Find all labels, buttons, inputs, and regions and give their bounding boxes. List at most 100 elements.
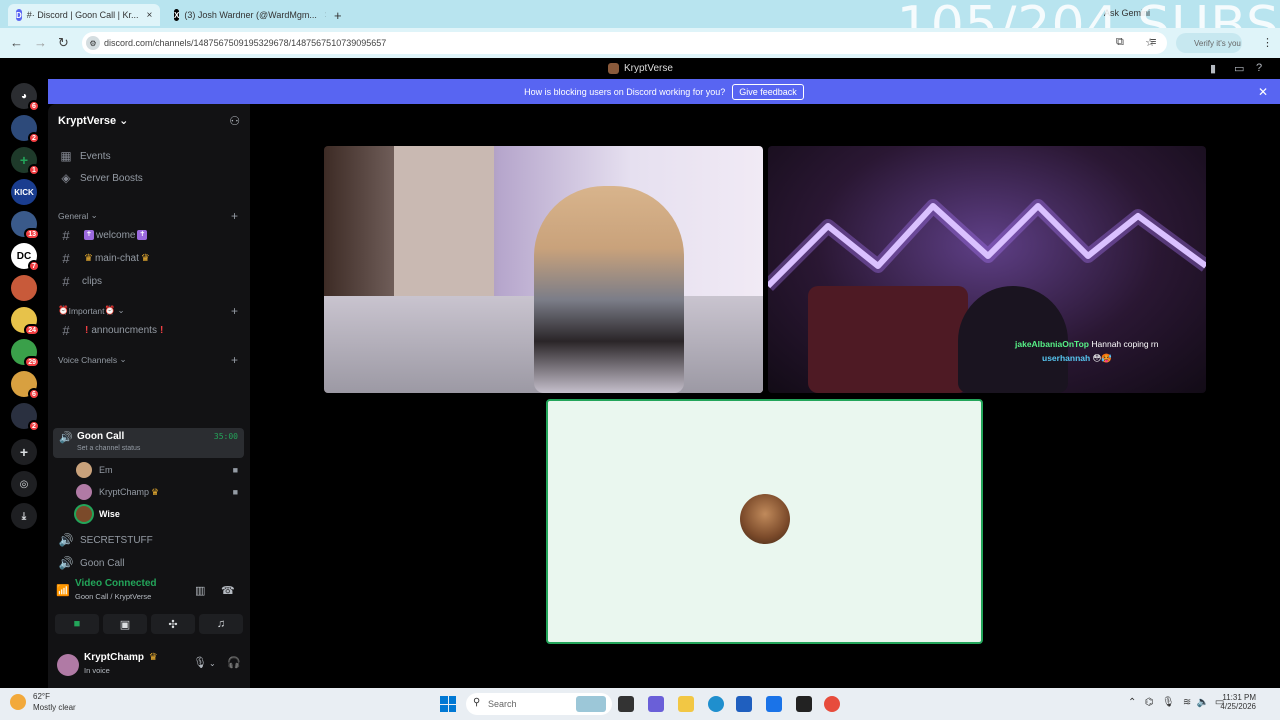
voice-channel-active[interactable]: 🔊 Goon Call 35:00 Set a channel status [53, 428, 244, 458]
tab-search-icon[interactable]: ≡ [1150, 36, 1156, 48]
server-icon[interactable]: 2 [11, 115, 40, 144]
discover-icon[interactable]: ◎ [11, 471, 37, 497]
microphone-icon[interactable]: 🎙 [1162, 697, 1175, 708]
voice-channel-goon-call[interactable]: 🔊 Goon Call [58, 553, 244, 573]
voice-channel-secretstuff[interactable]: 🔊 SECRETSTUFF [58, 530, 244, 550]
outlook-icon[interactable] [766, 696, 782, 712]
download-icon[interactable]: ⤓ [11, 503, 37, 529]
channel-welcome[interactable]: # ✝ welcome ✝ [58, 225, 244, 245]
video-scene [394, 146, 494, 316]
video-tile-wise[interactable] [546, 399, 983, 644]
server-icon[interactable]: +1 [11, 147, 40, 176]
avatar[interactable] [57, 654, 79, 676]
profile-button[interactable]: Verify it's you [1176, 33, 1242, 53]
voice-user-kryptchamp[interactable]: KryptChamp ♛ ■ [76, 483, 242, 501]
avatar [76, 506, 92, 522]
ask-gemini-button[interactable]: Ask Gemini [1104, 8, 1150, 18]
headphones-icon[interactable]: 🎧 [227, 656, 241, 669]
edge-icon[interactable] [708, 696, 724, 712]
close-icon[interactable]: ✕ [1258, 85, 1268, 99]
tab-x[interactable]: X (3) Josh Wardner (@WardMgm... × [166, 4, 326, 26]
activities-button[interactable]: ✣ [151, 614, 195, 634]
username[interactable]: KryptChamp ♛ [84, 652, 160, 663]
volume-icon[interactable]: 🔈 [1197, 697, 1209, 708]
voice-user-em[interactable]: Em ■ [76, 461, 242, 479]
channel-main-chat[interactable]: # ♛ main-chat ♛ [58, 248, 244, 268]
sidebar-item-server-boosts[interactable]: ◈ Server Boosts [58, 168, 244, 188]
forward-icon[interactable]: → [34, 35, 47, 50]
server-icon[interactable]: 24 [11, 307, 40, 336]
server-icon[interactable] [11, 275, 37, 301]
channel-announcements[interactable]: # ! announcments ! [58, 320, 244, 340]
channel-sidebar: KryptVerse ⌄ ⚇ ▦ Events ◈ Server Boosts … [48, 104, 250, 718]
server-icon[interactable]: 13 [11, 211, 40, 240]
voice-user-wise[interactable]: Wise [76, 505, 242, 523]
menu-icon[interactable]: ⋮ [1262, 36, 1273, 49]
camera-button[interactable]: ■ [55, 614, 99, 634]
disconnect-icon[interactable]: ☎ [221, 584, 235, 597]
channel-clips[interactable]: # clips [58, 271, 244, 291]
voice-status[interactable]: Video Connected [53, 578, 157, 589]
server-icon[interactable]: 29 [11, 339, 40, 368]
network-icon[interactable]: ⌬ [1145, 697, 1154, 708]
help-icon[interactable]: ? [1256, 62, 1262, 74]
widget-icon[interactable] [576, 696, 606, 712]
app-icon[interactable] [796, 696, 812, 712]
bookmark-icon[interactable]: ▮ [1210, 62, 1216, 75]
chrome-icon[interactable] [824, 696, 840, 712]
exclamation-icon: ! [159, 324, 164, 336]
voice-status-sub[interactable]: Goon Call / KryptVerse [75, 592, 151, 601]
add-channel-icon[interactable]: + [231, 353, 238, 367]
chevron-down-icon[interactable]: ⌄ [209, 659, 216, 668]
file-explorer-icon[interactable] [678, 696, 694, 712]
extensions-icon[interactable]: ⧉ [1116, 36, 1124, 49]
give-feedback-button[interactable]: Give feedback [732, 83, 804, 100]
cross-emoji-icon: ✝ [137, 230, 148, 240]
channel-status-button[interactable]: Set a channel status [77, 445, 140, 452]
kick-server-icon[interactable]: KICK [11, 179, 37, 205]
tab-title: (3) Josh Wardner (@WardMgm... [184, 10, 317, 20]
screen-share-button[interactable]: ▣ [103, 614, 147, 634]
close-icon[interactable]: × [147, 10, 153, 21]
noise-suppression-icon[interactable]: ▥ [195, 584, 205, 597]
add-server-icon[interactable]: + [11, 439, 37, 465]
discord-home-icon[interactable]: ◕ 6 [11, 83, 40, 112]
invite-icon[interactable]: ⚇ [229, 114, 240, 128]
inbox-icon[interactable]: ▭ [1234, 62, 1244, 75]
camera-icon: ■ [232, 487, 238, 497]
crown-icon: ♛ [148, 652, 158, 663]
site-info-icon[interactable]: ⚙ [86, 36, 100, 50]
banner-text: How is blocking users on Discord working… [524, 86, 726, 97]
crown-icon: ♛ [151, 486, 160, 497]
add-channel-icon[interactable]: + [231, 304, 238, 318]
url-field[interactable]: ⚙ discord.com/channels/14875675091953296… [82, 32, 1167, 54]
store-icon[interactable] [736, 696, 752, 712]
system-tray[interactable]: ⌃ ⌬ 🎙 ≋ 🔈 ▭ [1128, 697, 1224, 708]
category-important[interactable]: ⏰ Important ⏰ ⌄ + [58, 304, 244, 318]
clock[interactable]: 11:31 PM 4/25/2026 [1220, 693, 1256, 711]
category-voice-channels[interactable]: Voice Channels ⌄ + [58, 353, 244, 367]
server-name-button[interactable]: KryptVerse ⌄ [58, 114, 128, 127]
video-tile-kryptchamp[interactable]: jakeAlbaniaOnTop Hannah coping rn userha… [768, 146, 1206, 393]
server-icon[interactable]: DC 7 [11, 243, 40, 272]
server-icon[interactable]: 2 [11, 403, 40, 432]
start-button[interactable] [440, 696, 456, 712]
copilot-icon[interactable] [648, 696, 664, 712]
back-icon[interactable]: ← [10, 35, 23, 50]
add-channel-icon[interactable]: + [231, 209, 238, 223]
video-tile-em[interactable] [324, 146, 763, 393]
wifi-icon[interactable]: ≋ [1183, 697, 1191, 708]
chevron-up-icon[interactable]: ⌃ [1128, 697, 1136, 708]
tab-discord[interactable]: D #· Discord | Goon Call | Kr... × [8, 4, 160, 26]
discord-icon: D [16, 9, 22, 21]
new-tab-button[interactable]: + [326, 4, 346, 26]
microphone-icon[interactable]: 🎙 [193, 656, 207, 669]
server-icon[interactable]: 6 [11, 371, 40, 400]
category-general[interactable]: General ⌄ + [58, 209, 244, 223]
reload-icon[interactable]: ↻ [58, 35, 69, 51]
task-view-icon[interactable] [618, 696, 634, 712]
avatar [76, 462, 92, 478]
soundboard-button[interactable]: ♫ [199, 614, 243, 634]
sidebar-item-events[interactable]: ▦ Events [58, 146, 244, 166]
call-timer: 35:00 [213, 432, 238, 441]
